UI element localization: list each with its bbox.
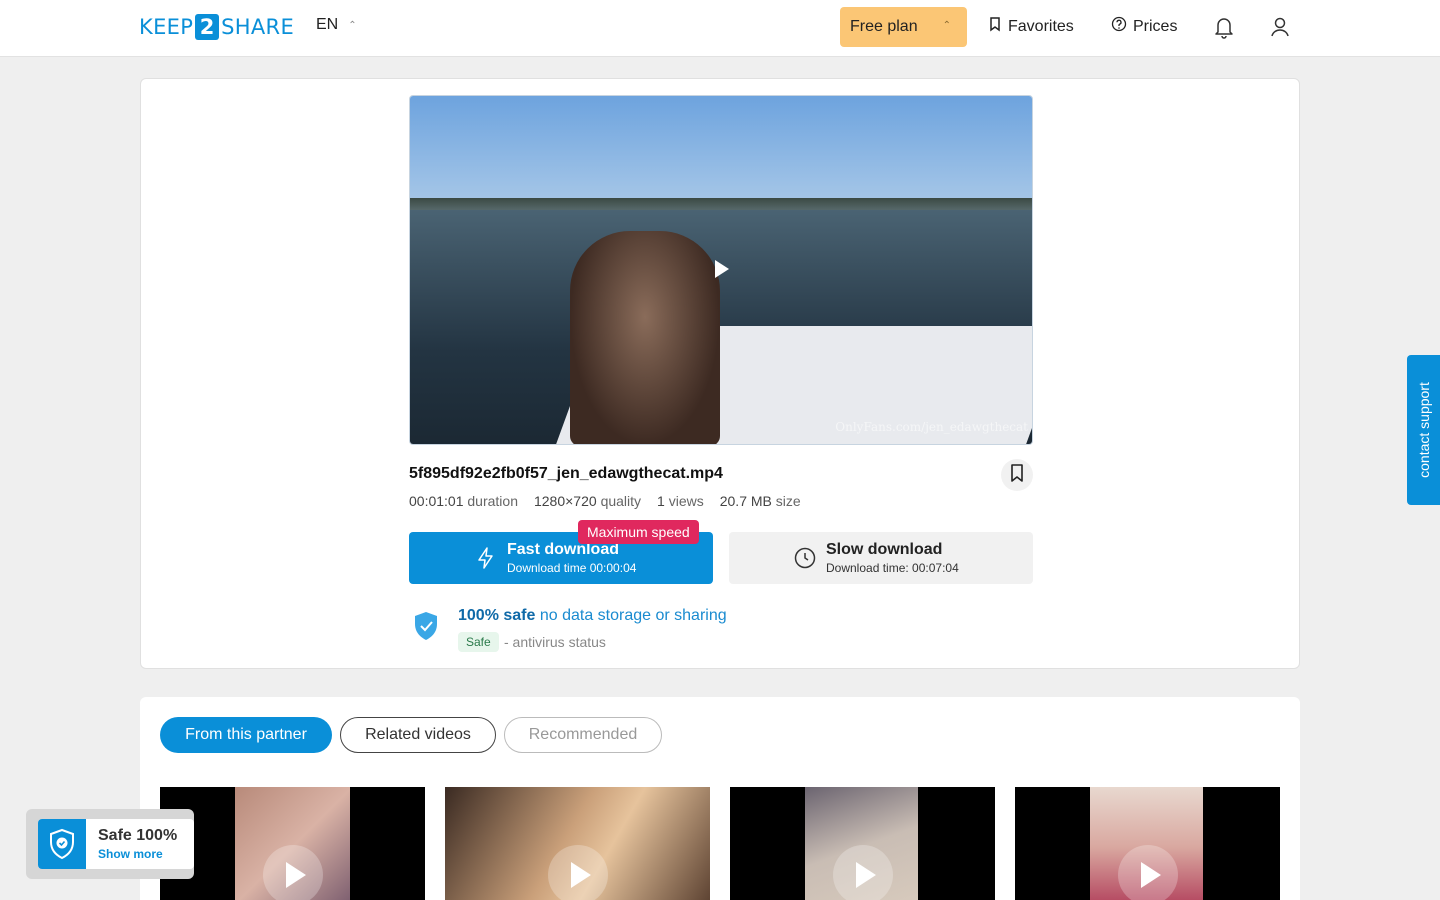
- play-icon: [832, 845, 893, 900]
- prices-link[interactable]: Prices: [1111, 16, 1177, 37]
- video-thumbnail[interactable]: [730, 787, 995, 900]
- video-thumbnail[interactable]: [1015, 787, 1280, 900]
- file-name: 5f895df92e2fb0f57_jen_edawgthecat.mp4: [409, 465, 723, 482]
- help-circle-icon: [1111, 16, 1127, 37]
- play-icon: [262, 845, 323, 900]
- file-meta: 00:01:01 duration 1280×720 quality 1 vie…: [409, 493, 801, 509]
- safety-message: 100% safe no data storage or sharing: [458, 607, 727, 625]
- keep2share-logo[interactable]: KEEP 2 SHARE: [139, 14, 294, 40]
- safe-widget-title: Safe 100%: [98, 827, 178, 844]
- user-icon[interactable]: [1269, 15, 1291, 44]
- language-selector[interactable]: EN ⌃: [316, 16, 357, 34]
- plan-label: Free plan: [850, 18, 918, 35]
- tab-from-this-partner[interactable]: From this partner: [160, 717, 332, 753]
- slow-download-button[interactable]: Slow download Download time: 00:07:04: [729, 532, 1033, 584]
- video-thumbnail[interactable]: [160, 787, 425, 900]
- meta-duration: 00:01:01 duration: [409, 493, 518, 509]
- antivirus-status: - antivirus status: [504, 634, 606, 650]
- prices-label: Prices: [1133, 17, 1178, 35]
- bookmark-button[interactable]: [1001, 459, 1033, 491]
- clock-icon: [794, 547, 816, 574]
- favorites-label: Favorites: [1008, 17, 1074, 35]
- play-icon: [547, 845, 608, 900]
- logo-two: 2: [195, 14, 220, 40]
- tab-related-videos[interactable]: Related videos: [340, 717, 496, 753]
- lightning-icon: [476, 547, 496, 574]
- free-plan-dropdown[interactable]: Free plan ⌃: [840, 7, 967, 47]
- contact-support-label: contact support: [1415, 382, 1432, 478]
- shield-check-icon: [413, 611, 439, 646]
- logo-keep: KEEP: [139, 15, 194, 39]
- slow-download-time: Download time: 00:07:04: [826, 561, 959, 575]
- video-thumbnail[interactable]: [445, 787, 710, 900]
- video-frame-sky: [410, 96, 1032, 206]
- video-frame-figure: [570, 231, 720, 444]
- bookmark-icon: [988, 16, 1002, 37]
- tab-recommended[interactable]: Recommended: [504, 717, 662, 753]
- safe-widget-inner: Safe 100% Show more: [38, 819, 194, 869]
- safety-text: no data storage or sharing: [539, 607, 727, 624]
- meta-views: 1 views: [657, 493, 704, 509]
- slow-download-title: Slow download: [826, 541, 943, 558]
- file-card: OnlyFans.com/jen_edawgthecat 5f895df92e2…: [140, 78, 1300, 669]
- maximum-speed-badge: Maximum speed: [578, 520, 699, 544]
- safety-strong: 100% safe: [458, 607, 536, 624]
- video-watermark: OnlyFans.com/jen_edawgthecat: [835, 420, 1028, 434]
- language-label: EN: [316, 16, 339, 33]
- play-icon: [1117, 845, 1178, 900]
- shield-icon: [38, 819, 86, 869]
- top-header: KEEP 2 SHARE EN ⌃ Free plan ⌃ Favorites …: [0, 0, 1440, 57]
- logo-share: SHARE: [221, 15, 295, 39]
- chevron-up-icon: ⌃: [942, 20, 951, 31]
- video-player[interactable]: OnlyFans.com/jen_edawgthecat: [409, 95, 1033, 445]
- show-more-link[interactable]: Show more: [98, 847, 163, 861]
- antivirus-badge: Safe: [458, 632, 499, 652]
- chevron-up-icon: ⌃: [348, 19, 357, 31]
- meta-size: 20.7 MB size: [719, 493, 801, 509]
- favorites-link[interactable]: Favorites: [988, 16, 1074, 37]
- meta-quality: 1280×720 quality: [533, 493, 642, 509]
- play-icon[interactable]: [715, 260, 729, 278]
- safe-widget[interactable]: Safe 100% Show more: [26, 809, 194, 879]
- related-section: From this partner Related videos Recomme…: [140, 697, 1300, 900]
- bookmark-icon: [1009, 463, 1025, 488]
- contact-support-tab[interactable]: contact support: [1407, 355, 1440, 505]
- fast-download-time: Download time 00:00:04: [507, 561, 637, 575]
- bell-icon[interactable]: [1213, 15, 1235, 44]
